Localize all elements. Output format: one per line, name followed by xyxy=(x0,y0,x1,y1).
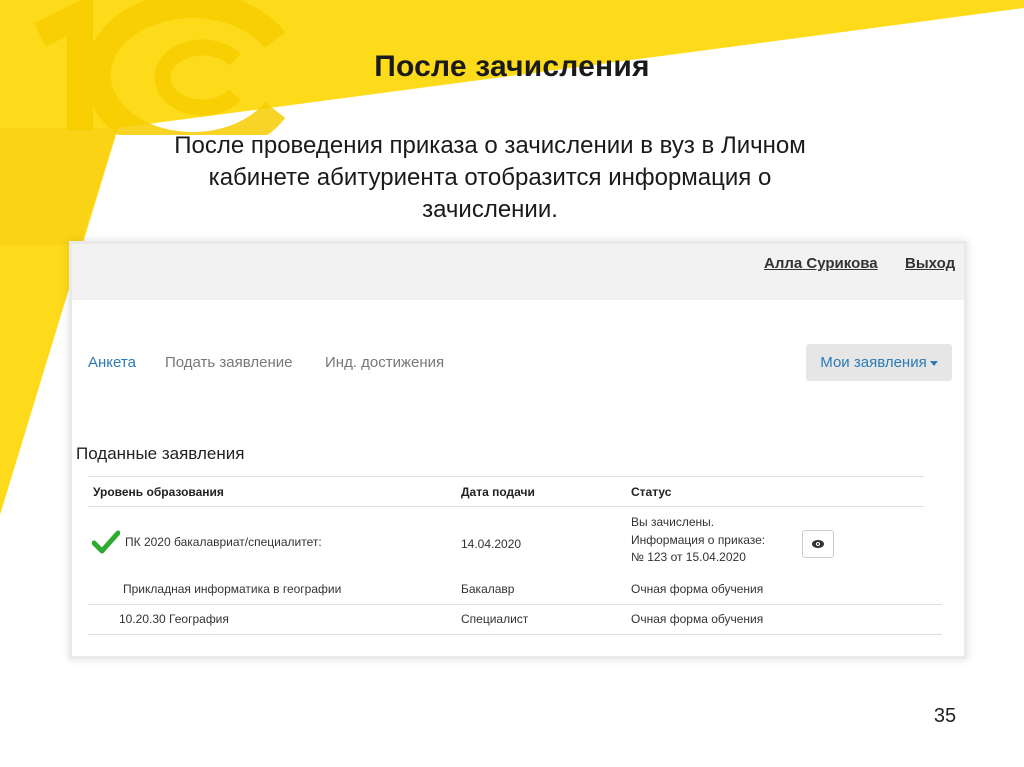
divider xyxy=(88,634,942,635)
applications-title: Поданные заявления xyxy=(76,444,245,463)
program-name: 10.20.30 География xyxy=(119,612,229,626)
user-name-link[interactable]: Алла Сурикова xyxy=(764,255,878,272)
column-header-status: Статус xyxy=(631,485,672,499)
tab-achievements[interactable]: Инд. достижения xyxy=(325,354,444,371)
application-level: ПК 2020 бакалавриат/специалитет: xyxy=(125,535,322,549)
checkmark-icon xyxy=(92,530,120,554)
logout-link[interactable]: Выход xyxy=(905,255,955,272)
application-date: 14.04.2020 xyxy=(461,537,522,551)
divider xyxy=(88,476,924,477)
portal-screenshot: Алла Сурикова Выход Анкета Подать заявле… xyxy=(72,244,964,656)
status-line: Вы зачислены. xyxy=(631,515,715,529)
my-applications-dropdown[interactable]: Мои заявления xyxy=(806,344,952,381)
program-level: Специалист xyxy=(461,612,529,626)
tab-anketa[interactable]: Анкета xyxy=(88,354,136,371)
column-header-level: Уровень образования xyxy=(93,485,224,499)
top-bar: Алла Сурикова Выход xyxy=(72,244,964,300)
program-name: Прикладная информатика в географии xyxy=(123,582,342,596)
slide-title: После зачисления xyxy=(374,50,650,83)
eye-icon xyxy=(812,540,824,548)
application-status: Вы зачислены. Информация о приказе: № 12… xyxy=(631,514,765,567)
page-number: 35 xyxy=(933,705,957,727)
dropdown-label: Мои заявления xyxy=(820,354,927,371)
program-form: Очная форма обучения xyxy=(631,612,764,626)
tab-submit-application[interactable]: Подать заявление xyxy=(165,354,292,371)
status-line: Информация о приказе: xyxy=(631,532,766,547)
program-level: Бакалавр xyxy=(461,582,515,596)
divider xyxy=(88,604,942,605)
column-header-date: Дата подачи xyxy=(461,485,535,499)
divider xyxy=(88,506,924,507)
status-line: № 123 от 15.04.2020 xyxy=(631,550,746,564)
slide-text: После проведения приказа о зачислении в … xyxy=(174,132,806,223)
caret-down-icon xyxy=(929,360,938,366)
view-order-button[interactable] xyxy=(802,530,834,558)
program-form: Очная форма обучения xyxy=(631,582,764,596)
